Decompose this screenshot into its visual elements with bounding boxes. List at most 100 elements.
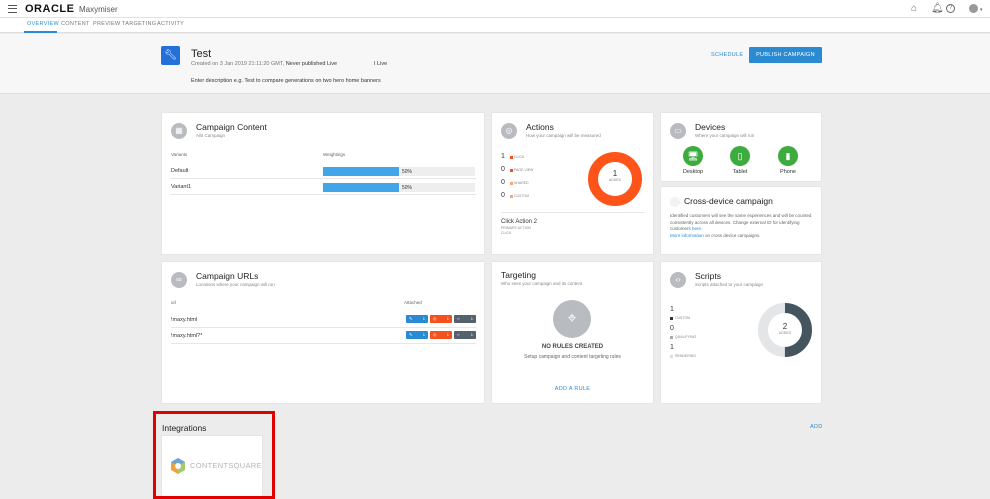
link-icon: ∞ (171, 272, 187, 288)
card-title: Cross-device campaign (684, 196, 773, 206)
chevron-down-icon[interactable]: ▾ (980, 4, 983, 16)
cross-device-card: Cross-device campaign Identified custome… (661, 187, 821, 254)
tab-activity[interactable]: ACTIVITY (157, 21, 184, 27)
content-attach-pill[interactable]: ✎ 1 (406, 315, 428, 323)
active-tab-indicator (24, 31, 57, 33)
product-name: Maxymiser (79, 5, 118, 14)
primary-action-name[interactable]: Click Action 2 (501, 219, 537, 225)
campaign-meta: Created on 3 Jan 2019 21:11:20 GMT, Neve… (191, 61, 337, 67)
weighting-bar: 50% (323, 167, 475, 176)
help-icon[interactable]: ? (946, 4, 955, 13)
url-row[interactable]: !maxy.html ✎ 1 ◎ 1 ‹› 1 (171, 312, 476, 328)
weighting-fill (323, 167, 399, 176)
live-status: I Live (374, 61, 388, 67)
variant-name: Variant1 (171, 184, 192, 190)
publish-status: Never published Live (285, 61, 338, 67)
action-attach-pill[interactable]: ◎ 1 (430, 331, 452, 339)
tab-preview[interactable]: PREVIEW (93, 21, 120, 27)
primary-action-type: CLICK (501, 231, 512, 235)
primary-action-label: PRIMARY ACTION (501, 226, 531, 230)
pill-count: 1 (446, 316, 449, 321)
campaign-content-card: ▦ Campaign Content A/B Campaign Variants… (162, 113, 484, 254)
url-row[interactable]: !maxy.html?* ✎ 1 ◎ 1 ‹› 1 (171, 328, 476, 344)
device-desktop[interactable]: 🖥︎ Desktop (682, 146, 704, 175)
attached-header: Attached (404, 300, 422, 305)
donut-center: 2 ADDED (757, 322, 813, 335)
card-title: Devices (695, 122, 726, 132)
tab-bar: OVERVIEW CONTENT PREVIEW TARGETING ACTIV… (0, 18, 990, 33)
weighting-value: 50% (402, 185, 413, 191)
device-phone[interactable]: ▮ Phone (777, 146, 799, 175)
pill-count: 1 (470, 332, 473, 337)
donut-value: 2 (782, 322, 788, 331)
tab-targeting[interactable]: TARGETING (122, 21, 156, 27)
schedule-button[interactable]: SCHEDULE (711, 52, 743, 58)
bell-icon[interactable]: 🔔︎ (931, 3, 944, 15)
desktop-icon: 🖥︎ (683, 146, 703, 166)
tablet-icon: ▯ (730, 146, 750, 166)
action-count: 0 (501, 192, 505, 199)
home-icon[interactable]: ⌂ (911, 3, 917, 15)
divider (501, 212, 644, 213)
legend-swatch (670, 317, 673, 320)
crosshair-icon: ⌖ (553, 300, 591, 338)
donut-label: ADDED (778, 331, 792, 335)
card-title: Campaign URLs (196, 271, 259, 281)
add-integration-button[interactable]: ADD (810, 424, 823, 430)
target-icon: ◎ (501, 123, 517, 139)
script-count: 1 (670, 344, 674, 351)
action-type-label: PAGE VIEW (514, 168, 534, 172)
more-tail-text: on cross device campaigns. (705, 232, 761, 238)
script-attach-pill[interactable]: ‹› 1 (454, 331, 476, 339)
card-title: Actions (526, 122, 554, 132)
empty-state-title: NO RULES CREATED (541, 344, 604, 350)
menu-icon[interactable] (8, 5, 17, 13)
card-title: Targeting (501, 270, 536, 280)
wrench-icon: 🔧︎ (161, 46, 180, 65)
action-type-label: SHARED (514, 181, 529, 185)
created-date: Created on 3 Jan 2019 21:11:20 GMT, (191, 61, 285, 67)
card-subtitle: Locations where your campaign will run (196, 282, 275, 287)
device-label: Tablet (732, 169, 748, 175)
action-attach-pill[interactable]: ◎ 1 (430, 315, 452, 323)
card-subtitle: Where your campaign will run (695, 133, 755, 138)
toggle-icon[interactable] (670, 197, 680, 207)
donut-center: 1 ADDED (587, 169, 643, 182)
legend-swatch (510, 156, 513, 159)
legend-swatch (510, 169, 513, 172)
card-subtitle: A/B Campaign (196, 133, 226, 138)
add-rule-button[interactable]: ADD A RULE (492, 386, 653, 392)
legend-swatch (670, 355, 673, 358)
avatar[interactable] (969, 4, 978, 13)
campaign-urls-card: ∞ Campaign URLs Locations where your cam… (162, 262, 484, 403)
tab-overview[interactable]: OVERVIEW (27, 21, 59, 27)
url-value: !maxy.html (171, 317, 198, 323)
devices-icon: ▭ (670, 123, 686, 139)
top-bar: ORACLE Maxymiser ⌂ 🔔︎ ? ▾ (0, 0, 990, 18)
more-information-link[interactable]: More information (670, 233, 704, 238)
script-attach-pill[interactable]: ‹› 1 (454, 315, 476, 323)
card-subtitle: Who sees your campaign and its content (501, 281, 583, 286)
script-count: 1 (670, 306, 674, 313)
grid-icon: ▦ (171, 123, 187, 139)
campaign-description[interactable]: Enter description e.g. Test to compare g… (191, 78, 381, 84)
device-label: Phone (780, 169, 796, 175)
card-subtitle: Scripts attached to your campaign (695, 282, 764, 287)
highlight-box (153, 411, 275, 499)
variant-row[interactable]: Default 50% (171, 163, 476, 179)
here-link[interactable]: here. (692, 226, 702, 231)
variant-row[interactable]: Variant1 50% (171, 179, 476, 195)
action-count: 0 (501, 166, 505, 173)
device-tablet[interactable]: ▯ Tablet (729, 146, 751, 175)
publish-campaign-button[interactable]: PUBLISH CAMPAIGN (749, 47, 822, 63)
content-attach-pill[interactable]: ✎ 1 (406, 331, 428, 339)
action-count: 1 (501, 153, 505, 160)
action-count: 0 (501, 179, 505, 186)
phone-icon: ▮ (778, 146, 798, 166)
action-type-label: CLICK (514, 155, 525, 159)
weighting-fill (323, 183, 399, 192)
card-title: Scripts (695, 271, 721, 281)
targeting-card: Targeting Who sees your campaign and its… (492, 262, 653, 403)
tab-content[interactable]: CONTENT (61, 21, 90, 27)
device-label: Desktop (682, 169, 704, 175)
